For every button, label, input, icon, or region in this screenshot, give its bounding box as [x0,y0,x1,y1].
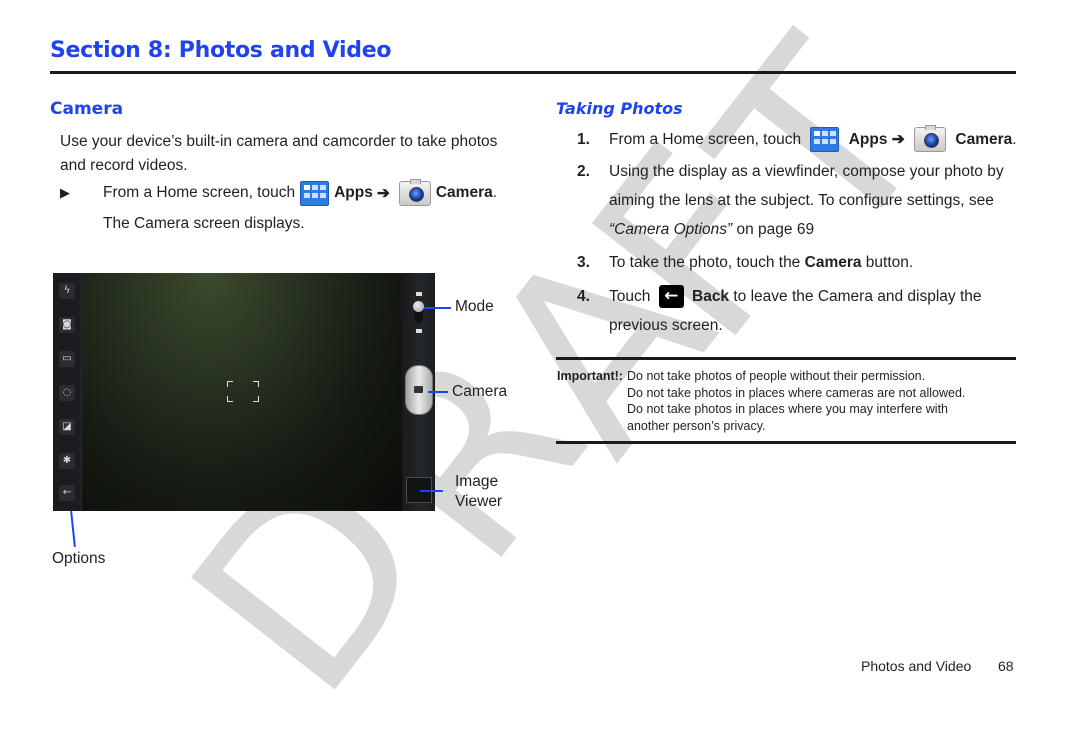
timer-icon: ◌ [59,385,75,401]
step-1-suffix: . [1012,131,1017,148]
arrow-icon: ➔ [376,184,390,202]
flash-icon: ϟ [59,283,75,299]
footer-section-name: Photos and Video [861,658,972,674]
note-line: Do not take photos of people without the… [627,369,926,383]
viewfinder [82,273,402,511]
section-title: Section 8: Photos and Video [50,38,392,63]
important-label: Important!: [557,369,623,383]
note-line: Do not take photos in places where you m… [627,402,949,416]
step-text: From a Home screen, touch Apps ➔ Camera. [609,125,1019,154]
result-text: The Camera screen displays. [103,215,305,232]
page-number: 68 [998,658,1014,674]
options-callout-line [70,510,76,548]
camera-label: Camera [435,184,493,201]
image-viewer-label-line2: Viewer [455,493,503,510]
camera-callout-line [428,391,448,393]
scene-mode-icon: ▭ [59,351,75,367]
camera-app-icon [914,125,947,153]
photo-mode-icon [416,292,422,296]
camera-screenshot: ϟ ◙ ▭ ◌ ◪ ✱ ← [53,273,435,511]
page: Section 8: Photos and Video Camera Use y… [0,0,1080,720]
mode-switch-knob [413,301,424,312]
step-text: To take the photo, touch the Camera butt… [609,248,1019,277]
shutter-button [405,365,433,415]
step-text: Using the display as a viewfinder, compo… [609,157,1019,244]
arrow-icon: ➔ [891,131,905,148]
step-number: 3. [577,254,590,271]
step-1-prefix: From a Home screen, touch [609,131,802,148]
step-3-suffix: button. [861,254,914,271]
back-label: Back [692,288,730,305]
exposure-icon: ◪ [59,419,75,435]
step-2-link-suffix: on page 69 [732,221,815,238]
back-arrow-icon: ← [59,485,75,501]
image-viewer-callout-line [420,490,443,492]
camera-heading: Camera [50,99,124,119]
note-bottom-rule [556,441,1016,444]
step-3-bold: Camera [804,254,862,271]
step-number: 1. [577,131,590,148]
bullet-marker-icon: ▶ [60,185,70,200]
step-3-prefix: To take the photo, touch the [609,254,801,271]
image-viewer-callout-label: Image Viewer [455,472,502,512]
bullet-suffix: . [492,184,498,201]
note-line: another person’s privacy. [627,418,766,433]
step-4-prefix: Touch [609,288,651,305]
shutter-camera-icon [414,386,423,393]
camera-app-icon [398,178,431,206]
note-top-rule [556,357,1016,360]
shooting-mode-icon: ◙ [59,317,75,333]
important-text: Do not take photos of people without the… [627,368,1017,434]
step-2-text: Using the display as a viewfinder, compo… [609,163,1004,209]
step-number: 2. [577,163,590,180]
camera-label: Camera [955,131,1013,148]
mode-callout-line [424,307,451,309]
apps-grid-icon [300,180,330,206]
image-viewer-label-line1: Image [455,473,499,490]
focus-bracket-icon [227,381,233,387]
options-callout-label: Options [52,550,106,567]
focus-bracket-icon [253,396,259,402]
taking-photos-heading: Taking Photos [556,99,683,118]
apps-label: Apps [334,184,373,201]
options-bar: ϟ ◙ ▭ ◌ ◪ ✱ ← [53,273,82,511]
back-key-icon: ← [658,285,684,309]
title-divider [50,71,1016,74]
apps-grid-icon [810,127,840,153]
mode-callout-label: Mode [455,298,494,315]
step-number: 4. [577,288,590,305]
step-text: Touch ← Back to leave the Camera and dis… [609,282,1019,340]
bullet-prefix: From a Home screen, touch [103,184,296,201]
focus-bracket-icon [227,396,233,402]
focus-bracket-icon [253,381,259,387]
camera-callout-label: Camera [452,383,508,400]
intro-paragraph: Use your device’s built-in camera and ca… [60,133,498,174]
apps-label: Apps [848,131,888,148]
settings-gear-icon: ✱ [59,453,75,469]
bullet-instruction: ▶ From a Home screen, touch Apps ➔ Camer… [60,178,498,206]
video-mode-icon [416,329,422,333]
note-line: Do not take photos in places where camer… [627,385,966,400]
camera-options-link[interactable]: “Camera Options” [609,221,732,238]
